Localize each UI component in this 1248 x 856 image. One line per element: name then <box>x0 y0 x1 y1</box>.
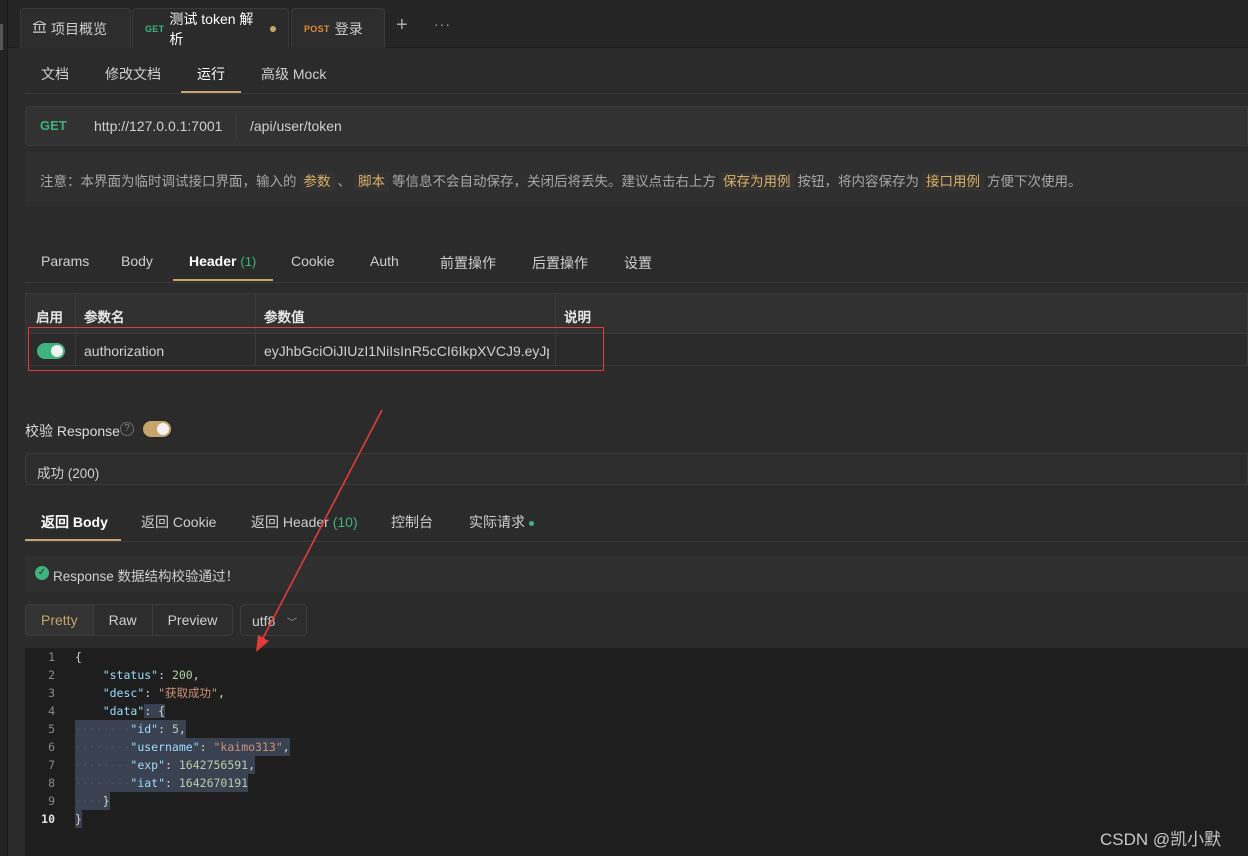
annotation-arrow <box>256 409 383 652</box>
watermark: CSDN @凯小默 <box>1100 830 1222 849</box>
